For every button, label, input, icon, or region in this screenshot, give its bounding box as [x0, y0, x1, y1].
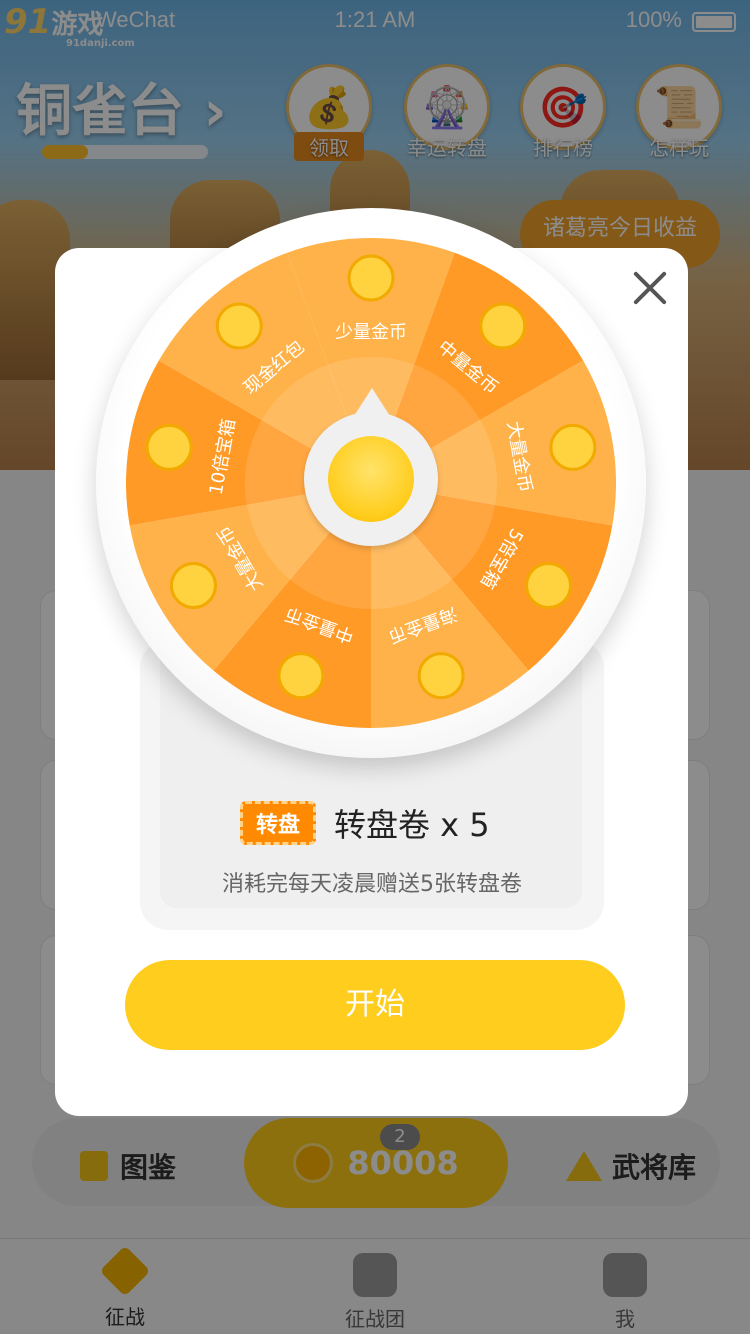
- prize-icon: [479, 302, 527, 350]
- spin-hub-button[interactable]: [328, 436, 414, 522]
- prize-icon: [145, 423, 193, 471]
- wheel-pointer-icon: [354, 388, 390, 416]
- ticket-description: 消耗完每天凌晨赠送5张转盘卷: [222, 872, 522, 897]
- prize-icon: [347, 254, 395, 302]
- close-icon[interactable]: [624, 262, 676, 314]
- ticket-row: 转盘 转盘卷 x 5: [240, 800, 490, 846]
- prize-icon: [215, 302, 263, 350]
- prize-icon: [549, 423, 597, 471]
- prize-icon: [277, 652, 325, 700]
- ticket-count: 转盘卷 x 5: [334, 806, 490, 844]
- prize-icon: [417, 652, 465, 700]
- wheel-segment-label: 少量金币: [335, 322, 407, 343]
- ticket-icon: 转盘: [240, 801, 316, 845]
- prize-icon: [525, 562, 573, 609]
- prize-icon: [169, 562, 217, 609]
- start-button[interactable]: 开始: [125, 960, 625, 1050]
